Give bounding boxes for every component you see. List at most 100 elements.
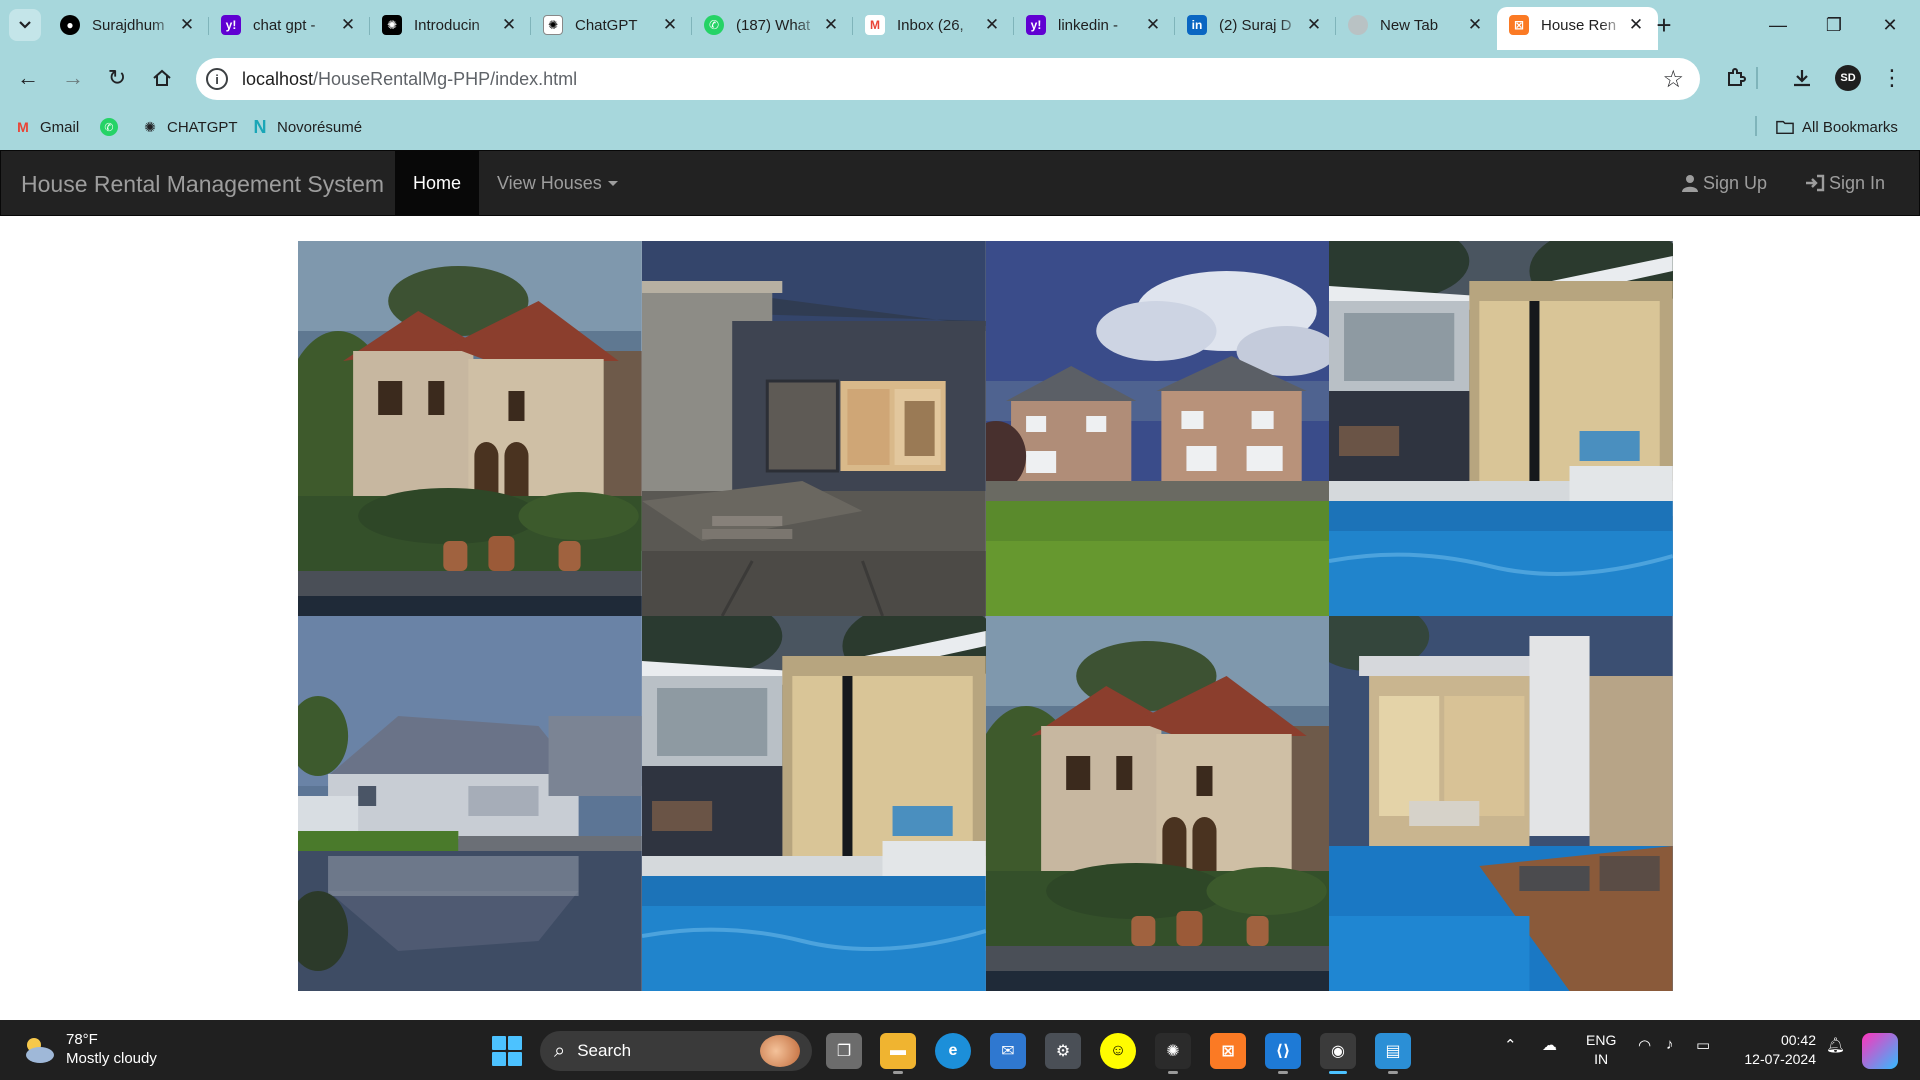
vscode-icon[interactable]: ⟨⟩ bbox=[1265, 1033, 1301, 1074]
close-icon[interactable]: ✕ bbox=[821, 15, 841, 35]
bookmark-gmail[interactable]: M Gmail bbox=[14, 116, 79, 138]
browser-tab[interactable]: y! chat gpt - ✕ bbox=[209, 7, 370, 43]
start-button[interactable] bbox=[492, 1036, 522, 1066]
home-button[interactable] bbox=[144, 60, 180, 96]
browser-tab[interactable]: M Inbox (26, ✕ bbox=[853, 7, 1014, 43]
windows-logo-icon bbox=[492, 1036, 506, 1050]
site-brand[interactable]: House Rental Management System bbox=[21, 171, 384, 198]
xampp-icon: ⊠ bbox=[1509, 15, 1529, 35]
openai-icon: ✺ bbox=[543, 15, 563, 35]
house-gallery bbox=[298, 241, 1673, 991]
tab-title: Surajdhum bbox=[92, 16, 165, 34]
forward-button[interactable]: → bbox=[55, 60, 91, 96]
close-icon[interactable]: ✕ bbox=[1143, 15, 1163, 35]
reload-button[interactable]: ↻ bbox=[99, 60, 135, 96]
browser-tab[interactable]: New Tab ✕ bbox=[1336, 7, 1497, 43]
yahoo-icon: y! bbox=[221, 15, 241, 35]
region-code: IN bbox=[1594, 1051, 1609, 1067]
taskbar-search[interactable]: ⌕ Search bbox=[540, 1031, 812, 1071]
copilot-icon[interactable] bbox=[1862, 1033, 1898, 1069]
extensions-icon[interactable] bbox=[1720, 62, 1752, 94]
log-in-icon bbox=[1806, 174, 1825, 192]
clock-time: 00:42 bbox=[1780, 1032, 1816, 1048]
browser-tab[interactable]: y! linkedin - ✕ bbox=[1014, 7, 1175, 43]
gmail-icon: M bbox=[17, 119, 29, 135]
url-text[interactable]: localhost/HouseRentalMg-PHP/index.html bbox=[242, 69, 577, 90]
close-icon[interactable]: ✕ bbox=[660, 15, 680, 35]
download-icon[interactable] bbox=[1786, 62, 1818, 94]
close-icon[interactable]: ✕ bbox=[1465, 15, 1485, 35]
minimize-icon[interactable]: ― bbox=[1750, 0, 1806, 50]
bookmarks-divider bbox=[1755, 116, 1757, 136]
windows-logo-icon bbox=[508, 1052, 522, 1066]
chevron-up-icon[interactable]: ⌃ bbox=[1504, 1036, 1517, 1054]
onedrive-icon[interactable]: ☁ bbox=[1542, 1036, 1557, 1054]
snapchat-icon[interactable]: ☺ bbox=[1100, 1033, 1136, 1069]
profile-avatar[interactable]: SD bbox=[1835, 65, 1861, 91]
tab-search-button[interactable] bbox=[9, 9, 41, 41]
chrome-icon[interactable]: ◉ bbox=[1320, 1033, 1356, 1074]
tab-list: ● Surajdhum ✕ y! chat gpt - ✕ ✺ Introduc… bbox=[48, 7, 1658, 50]
restore-icon[interactable]: ❐ bbox=[1806, 0, 1862, 50]
all-bookmarks-button[interactable]: All Bookmarks bbox=[1776, 116, 1898, 138]
browser-tab[interactable]: in (2) Suraj D ✕ bbox=[1175, 7, 1336, 43]
weather-temperature: 78°F bbox=[66, 1031, 98, 1048]
close-icon[interactable]: ✕ bbox=[1304, 15, 1324, 35]
chevron-down-icon bbox=[19, 21, 31, 29]
sign-in-label: Sign In bbox=[1829, 172, 1886, 193]
house-image-mediterranean-villa bbox=[985, 616, 1330, 991]
browser-tab-active[interactable]: ⊠ House Ren ✕ bbox=[1497, 7, 1658, 50]
weather-condition: Mostly cloudy bbox=[66, 1050, 157, 1067]
close-icon[interactable]: ✕ bbox=[338, 15, 358, 35]
volume-icon[interactable]: ♪ bbox=[1666, 1036, 1674, 1053]
system-clock[interactable]: 00:42 12-07-2024 bbox=[1744, 1031, 1816, 1069]
bookmark-label: CHATGPT bbox=[167, 118, 238, 136]
back-button[interactable]: ← bbox=[10, 60, 46, 96]
chatgpt-app-icon[interactable]: ✺ bbox=[1155, 1033, 1191, 1074]
weather-widget[interactable]: 78°F Mostly cloudy bbox=[20, 1030, 157, 1068]
xampp-icon[interactable]: ⊠ bbox=[1210, 1033, 1246, 1069]
caret-down-icon bbox=[607, 180, 618, 186]
tab-title: House Ren bbox=[1541, 16, 1617, 34]
sign-up-label: Sign Up bbox=[1703, 172, 1768, 193]
edge-icon[interactable]: e bbox=[935, 1033, 971, 1069]
battery-icon[interactable]: ▭ bbox=[1696, 1036, 1710, 1054]
house-image-modern-house-pool bbox=[641, 616, 986, 991]
tab-title: New Tab bbox=[1380, 16, 1439, 34]
bookmark-novoresume[interactable]: N Novorésumé bbox=[251, 116, 363, 138]
language-code: ENG bbox=[1586, 1032, 1617, 1048]
bookmark-star-icon[interactable]: ☆ bbox=[1662, 65, 1684, 94]
task-view-icon[interactable]: ❐ bbox=[826, 1033, 862, 1069]
menu-kebab-icon[interactable]: ⋮ bbox=[1876, 62, 1908, 94]
bookmark-chatgpt[interactable]: ✺ CHATGPT bbox=[141, 116, 238, 138]
window-close-icon[interactable]: ✕ bbox=[1862, 0, 1918, 50]
browser-tab[interactable]: ✺ ChatGPT ✕ bbox=[531, 7, 692, 43]
language-indicator[interactable]: ENG IN bbox=[1586, 1031, 1616, 1069]
close-icon[interactable]: ✕ bbox=[1626, 15, 1646, 35]
house-image-luxury-pool-deck bbox=[1329, 616, 1673, 991]
chrome-icon bbox=[1348, 15, 1368, 35]
file-explorer-icon[interactable]: ▬ bbox=[880, 1033, 916, 1074]
site-info-icon[interactable]: i bbox=[206, 68, 228, 90]
settings-icon[interactable]: ⚙ bbox=[1045, 1033, 1081, 1069]
nav-view-houses-dropdown[interactable]: View Houses bbox=[479, 151, 636, 215]
tab-title: chat gpt - bbox=[253, 16, 316, 34]
mail-icon[interactable]: ✉ bbox=[990, 1033, 1026, 1069]
browser-tab[interactable]: ● Surajdhum ✕ bbox=[48, 7, 209, 43]
site-navbar: House Rental Management System Home View… bbox=[0, 150, 1920, 216]
wifi-icon[interactable]: ◠ bbox=[1638, 1036, 1651, 1054]
browser-tab[interactable]: ✆ (187) What ✕ bbox=[692, 7, 853, 43]
close-icon[interactable]: ✕ bbox=[982, 15, 1002, 35]
nav-sign-up-link[interactable]: Sign Up bbox=[1681, 151, 1767, 215]
bookmark-whatsapp[interactable]: ✆ bbox=[100, 116, 126, 138]
notepad-icon[interactable]: ▤ bbox=[1375, 1033, 1411, 1074]
close-icon[interactable]: ✕ bbox=[499, 15, 519, 35]
browser-tab[interactable]: ✺ Introducin ✕ bbox=[370, 7, 531, 43]
notification-bell-icon[interactable]: 🔔︎ bbox=[1826, 1036, 1845, 1054]
address-bar[interactable]: i localhost/HouseRentalMg-PHP/index.html… bbox=[196, 58, 1700, 100]
nav-sign-in-link[interactable]: Sign In bbox=[1805, 151, 1885, 215]
nav-home-link[interactable]: Home bbox=[395, 151, 479, 215]
close-icon[interactable]: ✕ bbox=[177, 15, 197, 35]
new-tab-button[interactable]: + bbox=[1650, 10, 1678, 40]
folder-icon bbox=[1776, 118, 1794, 136]
